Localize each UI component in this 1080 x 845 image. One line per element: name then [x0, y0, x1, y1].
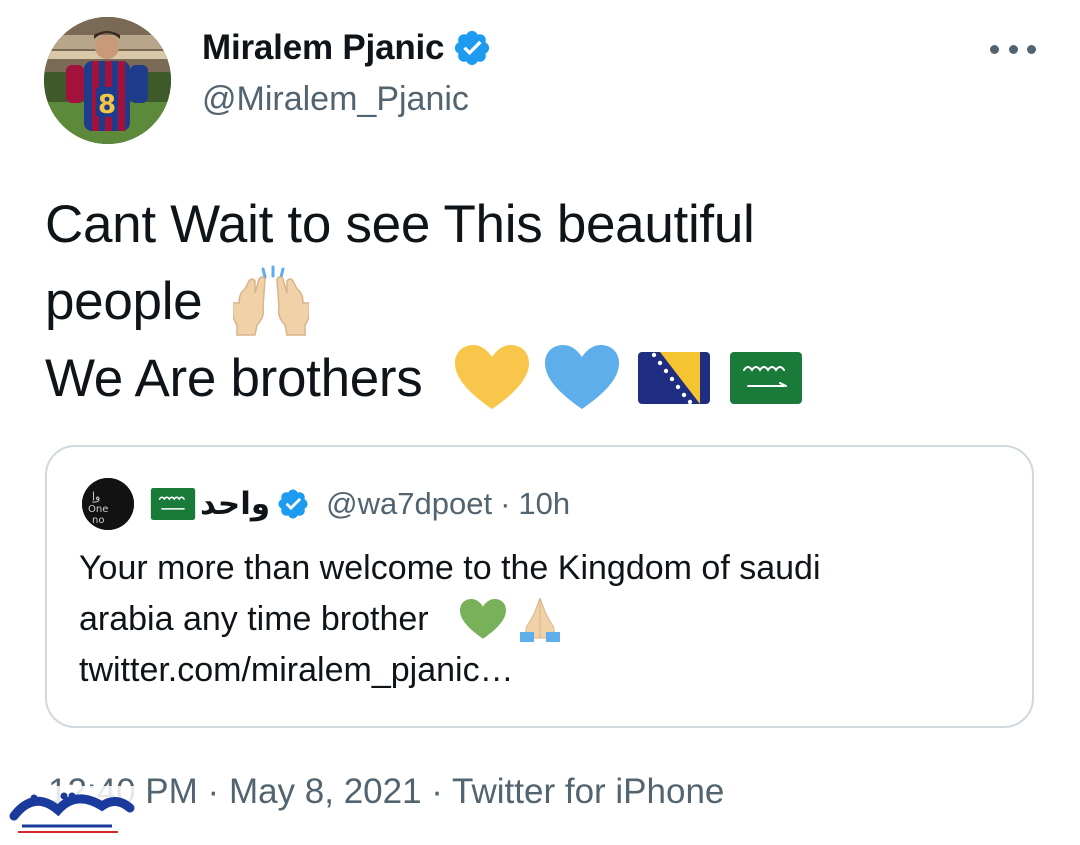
author-name-row: Miralem Pjanic	[202, 26, 492, 70]
quoted-author-handle[interactable]: @wa7dpoet	[326, 486, 492, 522]
quoted-author-avatar[interactable]: وإ One no	[82, 478, 134, 530]
svg-text:8: 8	[98, 90, 116, 120]
quoted-line-2-text: arabia any time brother	[79, 600, 429, 638]
more-horizontal-icon	[1027, 44, 1036, 54]
author-handle[interactable]: @Miralem_Pjanic	[202, 80, 469, 119]
saudi-flag-emoji	[150, 488, 196, 520]
news-watermark-logo	[4, 786, 136, 838]
more-horizontal-icon	[990, 44, 999, 54]
bosnia-flag-emoji	[637, 352, 710, 404]
tweet-text: Cant Wait to see This beautiful people W…	[45, 186, 1035, 417]
tweet-line-1: Cant Wait to see This beautiful	[45, 186, 1035, 263]
quoted-tweet-header: وإ One no واحد @wa7dpoet · 10h	[82, 477, 570, 531]
tweet-line-2-text: people	[45, 272, 203, 331]
quoted-tweet-time[interactable]: 10h	[518, 486, 570, 522]
quoted-line-2: arabia any time brother	[79, 594, 1019, 645]
author-avatar[interactable]: 8	[44, 17, 171, 144]
tweet-source[interactable]: Twitter for iPhone	[452, 772, 724, 811]
tweet-line-3: We Are brothers	[45, 340, 1035, 417]
tweet-line-1-text: Cant Wait to see This beautiful	[45, 195, 755, 254]
tweet-meta-separator: ·	[207, 772, 220, 811]
quoted-author-name[interactable]: واحد	[200, 486, 270, 522]
folded-hands-emoji	[516, 596, 564, 643]
saudi-flag-emoji	[730, 352, 803, 404]
verified-badge-icon	[276, 487, 310, 521]
yellow-heart-emoji	[454, 345, 529, 411]
blue-heart-emoji	[545, 345, 620, 411]
more-horizontal-icon	[1008, 44, 1018, 54]
quoted-tweet-link[interactable]: twitter.com/miralem_pjanic…	[79, 645, 1019, 696]
quoted-tweet-separator: ·	[500, 486, 511, 521]
svg-text:no: no	[92, 515, 104, 526]
tweet-line-3-text: We Are brothers	[45, 349, 423, 408]
svg-text:وإ: وإ	[92, 490, 100, 503]
quoted-line-1: Your more than welcome to the Kingdom of…	[79, 549, 821, 587]
tweet-meta: 12:40 PM · May 8, 2021 · Twitter for iPh…	[48, 772, 724, 812]
more-options-button[interactable]	[990, 32, 1036, 66]
tweet-date[interactable]: May 8, 2021	[229, 772, 422, 811]
quoted-tweet-text: Your more than welcome to the Kingdom of…	[79, 543, 1019, 696]
tweet-meta-separator: ·	[431, 772, 443, 811]
verified-badge-icon	[452, 28, 492, 68]
raising-hands-emoji	[232, 265, 309, 337]
svg-text:One: One	[88, 504, 108, 515]
author-display-name[interactable]: Miralem Pjanic	[202, 28, 445, 68]
quoted-tweet-card[interactable]: وإ One no واحد @wa7dpoet · 10h Your more…	[45, 445, 1034, 728]
green-heart-emoji	[460, 598, 507, 640]
player-avatar-image: 8	[44, 17, 171, 144]
tweet-line-2: people	[45, 263, 1035, 340]
